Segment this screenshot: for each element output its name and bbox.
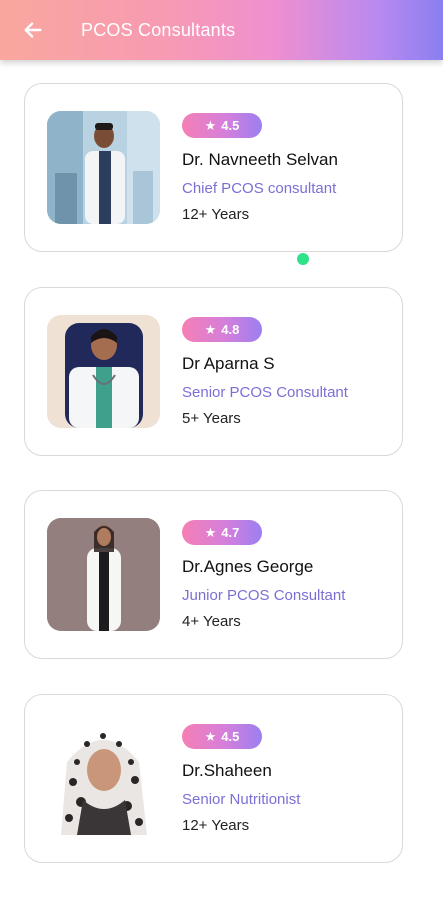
consultant-card-4[interactable]: ★ 4.5 Dr.Shaheen Senior Nutritionist 12+… [24,694,403,863]
page-indicator-dot [297,253,309,265]
back-button[interactable] [10,7,56,53]
arrow-left-icon [24,22,42,38]
consultant-photo [47,518,160,631]
rating-badge: ★ 4.5 [182,113,262,138]
consultant-name: Dr.Agnes George [182,557,314,576]
consultant-experience: 5+ Years [182,410,241,427]
consultant-role: Senior PCOS Consultant [182,384,348,401]
consultant-card-3[interactable]: ★ 4.7 Dr.Agnes George Junior PCOS Consul… [24,490,403,659]
consultant-role: Chief PCOS consultant [182,180,337,197]
consultant-photo [47,315,160,428]
consultant-card-2[interactable]: ★ 4.8 Dr Aparna S Senior PCOS Consultant… [24,287,403,456]
rating-badge: ★ 4.8 [182,317,262,342]
consultant-role: Junior PCOS Consultant [182,587,346,604]
consultant-card-1[interactable]: ★ 4.5 Dr. Navneeth Selvan Chief PCOS con… [24,83,403,252]
rating-value: 4.7 [221,525,240,540]
consultant-experience: 12+ Years [182,817,250,834]
consultant-role: Senior Nutritionist [182,791,301,808]
consultant-name: Dr Aparna S [182,354,275,373]
consultant-name: Dr. Navneeth Selvan [182,150,338,169]
star-icon: ★ [204,728,217,744]
star-icon: ★ [204,524,217,540]
page-title: PCOS Consultants [81,19,236,40]
consultant-experience: 4+ Years [182,613,241,630]
consultant-experience: 12+ Years [182,206,250,223]
consultant-photo [47,722,160,835]
star-icon: ★ [204,321,217,337]
consultant-name: Dr.Shaheen [182,761,272,780]
rating-value: 4.5 [221,729,240,744]
rating-badge: ★ 4.5 [182,724,262,749]
consultant-photo [47,111,160,224]
app-bar: PCOS Consultants [0,0,443,60]
rating-badge: ★ 4.7 [182,520,262,545]
star-icon: ★ [204,117,217,133]
rating-value: 4.5 [221,118,240,133]
rating-value: 4.8 [221,322,240,337]
